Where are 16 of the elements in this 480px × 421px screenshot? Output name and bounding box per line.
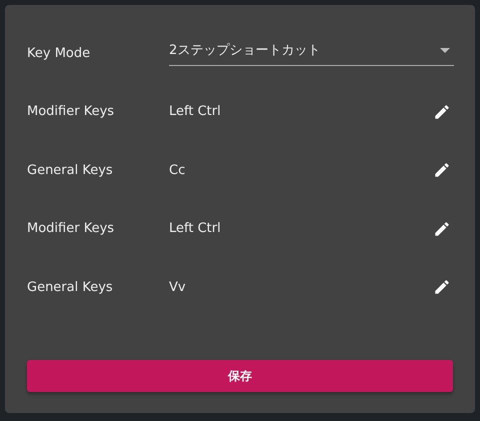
mode-select[interactable]: 2ステップショートカット [169,36,454,66]
field-label: Key Mode [27,44,92,62]
field-label: Modifier Keys [27,103,116,121]
dropdown-caret-icon [440,48,450,54]
key-value: Cc [169,162,186,180]
save-button[interactable]: 保存 [27,360,453,392]
field-label: General Keys [27,162,114,180]
key-value: Left Ctrl [169,103,221,121]
field-label: Modifier Keys [27,220,116,238]
edit-icon[interactable] [433,278,451,296]
key-value: Left Ctrl [169,220,221,238]
key-value: Vv [169,278,186,296]
edit-icon[interactable] [433,102,451,121]
edit-icon[interactable] [433,220,451,238]
field-label: General Keys [27,278,114,296]
edit-icon[interactable] [433,161,451,180]
